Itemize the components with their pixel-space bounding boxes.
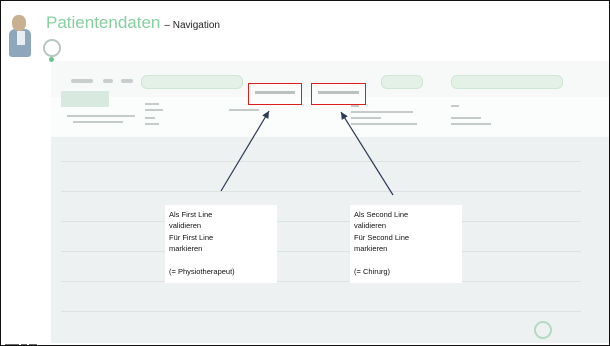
arrow-to-second-line <box>340 111 394 196</box>
callout-second-line-3: Für Second Line <box>354 232 410 242</box>
callout-second-line: Als Second Line validieren Für Second Li… <box>350 205 462 284</box>
callout-second-line-4: markieren <box>354 243 388 253</box>
callout-first-line-role: (= Physiotherapeut) <box>169 267 235 276</box>
slide: Patientendaten – Navigation Als First Li… <box>0 0 610 346</box>
callout-second-line-2: validieren <box>354 221 387 231</box>
arrow-to-first-line <box>220 110 270 192</box>
callout-first-line-1: Als First Line <box>169 210 213 219</box>
callout-first-line-3: Für First Line <box>169 232 214 242</box>
annotation-arrows <box>220 110 394 196</box>
callout-second-line-1: Als Second Line <box>354 210 409 219</box>
institution-logo-icon <box>5 337 45 345</box>
callout-first-line: Als First Line validieren Für First Line… <box>165 205 277 284</box>
callout-first-line-2: validieren <box>169 221 202 231</box>
callout-first-line-4: markieren <box>169 243 203 253</box>
callout-second-line-role: (= Chirurg) <box>354 267 391 276</box>
